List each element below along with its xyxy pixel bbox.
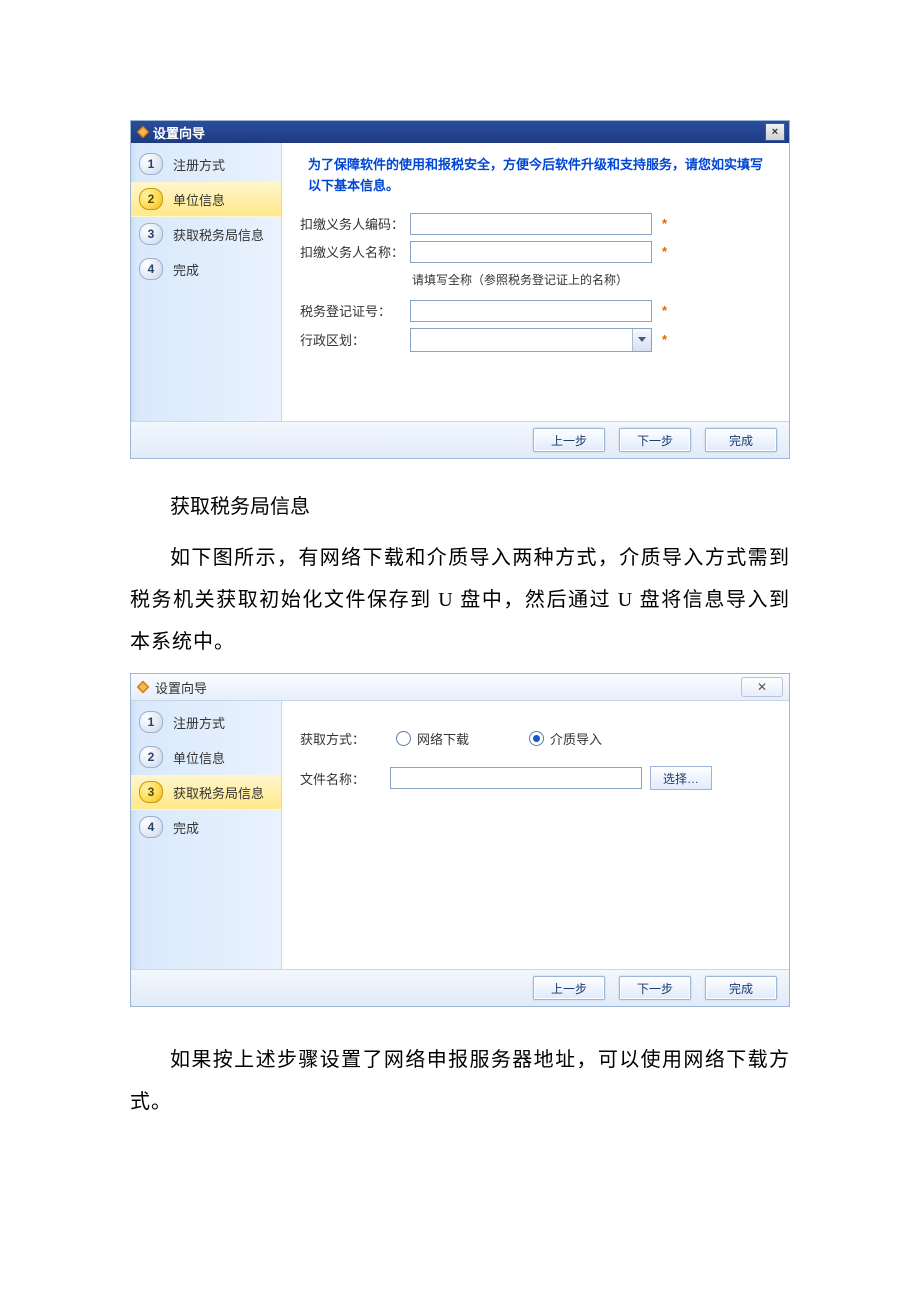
finish-button-label: 完成 <box>729 980 753 997</box>
label-withholder-name: 扣缴义务人名称： <box>300 242 410 261</box>
finish-button[interactable]: 完成 <box>705 428 777 452</box>
required-mark: * <box>662 244 667 259</box>
wizard-button-bar: 上一步 下一步 完成 <box>131 969 789 1006</box>
step-number-badge: 3 <box>139 223 163 245</box>
step-number-badge: 4 <box>139 816 163 838</box>
required-mark: * <box>662 303 667 318</box>
sidebar-item-label: 完成 <box>173 818 199 837</box>
step-number-badge: 4 <box>139 258 163 280</box>
finish-button[interactable]: 完成 <box>705 976 777 1000</box>
titlebar[interactable]: 设置向导 × <box>131 121 789 143</box>
sidebar-item-register-method[interactable]: 1 注册方式 <box>131 147 281 182</box>
setup-wizard-dialog-step3: 设置向导 ✕ 1 注册方式 2 单位信息 3 获取税务局信息 4 <box>130 673 790 1007</box>
close-icon: × <box>772 126 778 138</box>
next-button-label: 下一步 <box>637 432 673 449</box>
next-button[interactable]: 下一步 <box>619 976 691 1000</box>
required-mark: * <box>662 332 667 347</box>
next-button[interactable]: 下一步 <box>619 428 691 452</box>
radio-icon <box>396 731 411 746</box>
sidebar-item-finish[interactable]: 4 完成 <box>131 252 281 287</box>
next-button-label: 下一步 <box>637 980 673 997</box>
wizard-steps-sidebar: 1 注册方式 2 单位信息 3 获取税务局信息 4 完成 <box>131 143 282 421</box>
row-withholder-code: 扣缴义务人编码： * <box>300 213 771 235</box>
input-withholder-code[interactable] <box>410 213 652 235</box>
step-number-badge: 3 <box>139 781 163 803</box>
prev-button-label: 上一步 <box>551 980 587 997</box>
radio-icon <box>529 731 544 746</box>
window-title: 设置向导 <box>153 678 741 697</box>
sidebar-item-tax-bureau-info[interactable]: 3 获取税务局信息 <box>131 217 281 252</box>
section-heading-get-tax-bureau: 获取税务局信息 <box>130 487 790 527</box>
doc-paragraph-1: 如下图所示，有网络下载和介质导入两种方式，介质导入方式需到税务机关获取初始化文件… <box>130 537 790 663</box>
input-tax-reg-number[interactable] <box>410 300 652 322</box>
sidebar-item-finish[interactable]: 4 完成 <box>131 810 281 845</box>
doc-paragraph-2: 如果按上述步骤设置了网络申报服务器地址，可以使用网络下载方式。 <box>130 1039 790 1123</box>
label-file-name: 文件名称： <box>300 769 390 788</box>
label-fetch-method: 获取方式： <box>300 729 390 748</box>
label-tax-reg-number: 税务登记证号： <box>300 301 410 320</box>
row-withholder-name: 扣缴义务人名称： * <box>300 241 771 263</box>
radio-group-fetch-method: 网络下载 介质导入 <box>396 729 602 748</box>
step-number-badge: 1 <box>139 153 163 175</box>
window-body: 1 注册方式 2 单位信息 3 获取税务局信息 4 完成 获取方式 <box>131 701 789 969</box>
wizard-content: 为了保障软件的使用和报税安全，方便今后软件升级和支持服务，请您如实填写以下基本信… <box>282 143 789 421</box>
setup-wizard-dialog-step2: 设置向导 × 1 注册方式 2 单位信息 3 获取税务局信息 4 <box>130 120 790 459</box>
app-diamond-icon <box>137 126 149 138</box>
prev-button[interactable]: 上一步 <box>533 428 605 452</box>
sidebar-item-label: 获取税务局信息 <box>173 783 264 802</box>
step-number-badge: 2 <box>139 188 163 210</box>
close-button[interactable]: ✕ <box>741 677 783 697</box>
row-admin-region: 行政区划： * <box>300 328 771 352</box>
row-fetch-method: 获取方式： 网络下载 介质导入 <box>300 729 771 748</box>
sidebar-item-label: 完成 <box>173 260 199 279</box>
prev-button[interactable]: 上一步 <box>533 976 605 1000</box>
hint-full-name: 请填写全称（参照税务登记证上的名称） <box>412 269 771 294</box>
input-file-name[interactable] <box>390 767 642 789</box>
instruction-text: 为了保障软件的使用和报税安全，方便今后软件升级和支持服务，请您如实填写以下基本信… <box>300 155 771 207</box>
titlebar[interactable]: 设置向导 ✕ <box>131 674 789 701</box>
window-body: 1 注册方式 2 单位信息 3 获取税务局信息 4 完成 为了保障软件的使用和报… <box>131 143 789 421</box>
label-admin-region: 行政区划： <box>300 330 410 349</box>
radio-label: 介质导入 <box>550 729 602 748</box>
radio-label: 网络下载 <box>417 729 469 748</box>
row-tax-reg-number: 税务登记证号： * <box>300 300 771 322</box>
sidebar-item-label: 获取税务局信息 <box>173 225 264 244</box>
sidebar-item-label: 单位信息 <box>173 190 225 209</box>
step-number-badge: 1 <box>139 711 163 733</box>
app-diamond-icon <box>137 681 149 693</box>
sidebar-item-label: 注册方式 <box>173 713 225 732</box>
wizard-content: 获取方式： 网络下载 介质导入 文件名称： <box>282 701 789 969</box>
sidebar-item-tax-bureau-info[interactable]: 3 获取税务局信息 <box>131 775 281 810</box>
label-withholder-code: 扣缴义务人编码： <box>300 214 410 233</box>
wizard-steps-sidebar: 1 注册方式 2 单位信息 3 获取税务局信息 4 完成 <box>131 701 282 969</box>
browse-button[interactable]: 选择… <box>650 766 712 790</box>
wizard-button-bar: 上一步 下一步 完成 <box>131 421 789 458</box>
close-button[interactable]: × <box>765 123 785 141</box>
row-file-name: 文件名称： 选择… <box>300 766 771 790</box>
sidebar-item-label: 单位信息 <box>173 748 225 767</box>
radio-media-import[interactable]: 介质导入 <box>529 729 602 748</box>
finish-button-label: 完成 <box>729 432 753 449</box>
radio-network-download[interactable]: 网络下载 <box>396 729 469 748</box>
step-number-badge: 2 <box>139 746 163 768</box>
select-value <box>411 329 632 351</box>
sidebar-item-unit-info[interactable]: 2 单位信息 <box>131 182 281 217</box>
prev-button-label: 上一步 <box>551 432 587 449</box>
sidebar-item-register-method[interactable]: 1 注册方式 <box>131 705 281 740</box>
sidebar-item-unit-info[interactable]: 2 单位信息 <box>131 740 281 775</box>
input-withholder-name[interactable] <box>410 241 652 263</box>
chevron-down-icon[interactable] <box>632 329 651 351</box>
window-title: 设置向导 <box>153 123 765 142</box>
browse-button-label: 选择… <box>663 770 699 787</box>
required-mark: * <box>662 216 667 231</box>
sidebar-item-label: 注册方式 <box>173 155 225 174</box>
select-admin-region[interactable] <box>410 328 652 352</box>
close-icon: ✕ <box>757 680 767 694</box>
